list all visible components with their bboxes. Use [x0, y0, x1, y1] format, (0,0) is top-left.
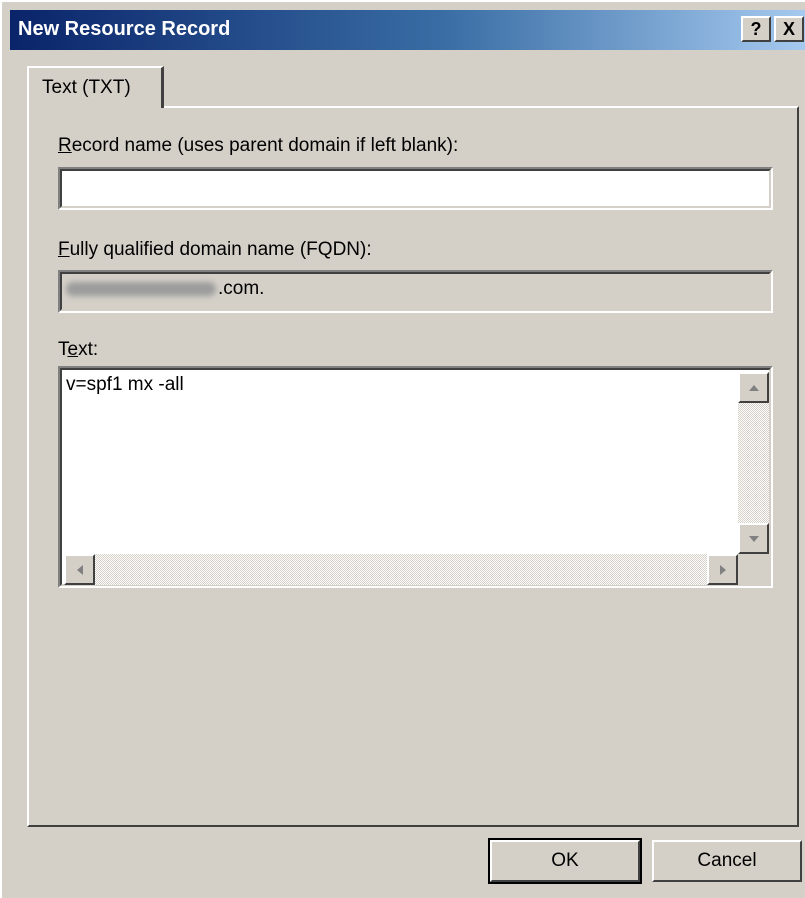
- record-name-input[interactable]: [58, 167, 773, 210]
- arrow-up-icon: [748, 384, 759, 391]
- tab-text-txt[interactable]: Text (TXT): [27, 66, 164, 108]
- text-textarea[interactable]: v=spf1 mx -all: [58, 366, 773, 588]
- arrow-right-icon: [719, 564, 726, 575]
- scroll-down-button[interactable]: [738, 523, 769, 554]
- text-label: Text:: [58, 339, 98, 361]
- scroll-corner: [738, 554, 769, 585]
- arrow-down-icon: [748, 535, 759, 542]
- record-name-label: Record name (uses parent domain if left …: [58, 135, 458, 157]
- title-bar[interactable]: New Resource Record ? X: [10, 10, 805, 50]
- horizontal-scroll-track[interactable]: [95, 554, 707, 585]
- text-value: v=spf1 mx -all: [66, 374, 184, 395]
- fqdn-label-accel: F: [58, 239, 70, 260]
- help-icon: ?: [750, 19, 762, 39]
- text-label-rest: xt:: [78, 339, 99, 360]
- dialog-window: New Resource Record ? X Text (TXT) Recor…: [0, 0, 805, 898]
- cancel-button[interactable]: Cancel: [652, 840, 802, 882]
- vertical-scroll-track[interactable]: [738, 403, 769, 523]
- fqdn-label-rest: ully qualified domain name (FQDN):: [69, 239, 372, 260]
- arrow-left-icon: [76, 564, 83, 575]
- fqdn-value: .com.: [66, 278, 264, 300]
- ok-button[interactable]: OK: [488, 838, 642, 884]
- help-button[interactable]: ?: [741, 16, 771, 42]
- text-label-accel: e: [67, 339, 79, 360]
- record-name-label-rest: ecord name (uses parent domain if left b…: [71, 135, 459, 156]
- close-icon: X: [782, 19, 795, 39]
- tab-label: Text (TXT): [42, 77, 131, 98]
- text-label-pre: T: [58, 339, 68, 360]
- record-name-label-accel: R: [58, 135, 72, 156]
- fqdn-label: Fully qualified domain name (FQDN):: [58, 239, 372, 261]
- fqdn-field: .com.: [58, 270, 773, 313]
- scroll-left-button[interactable]: [64, 554, 95, 585]
- scroll-up-button[interactable]: [738, 372, 769, 403]
- fqdn-redacted: [66, 281, 216, 296]
- window-title: New Resource Record: [18, 18, 231, 40]
- close-button[interactable]: X: [774, 16, 804, 42]
- scroll-right-button[interactable]: [707, 554, 738, 585]
- fqdn-suffix: .com.: [218, 278, 265, 299]
